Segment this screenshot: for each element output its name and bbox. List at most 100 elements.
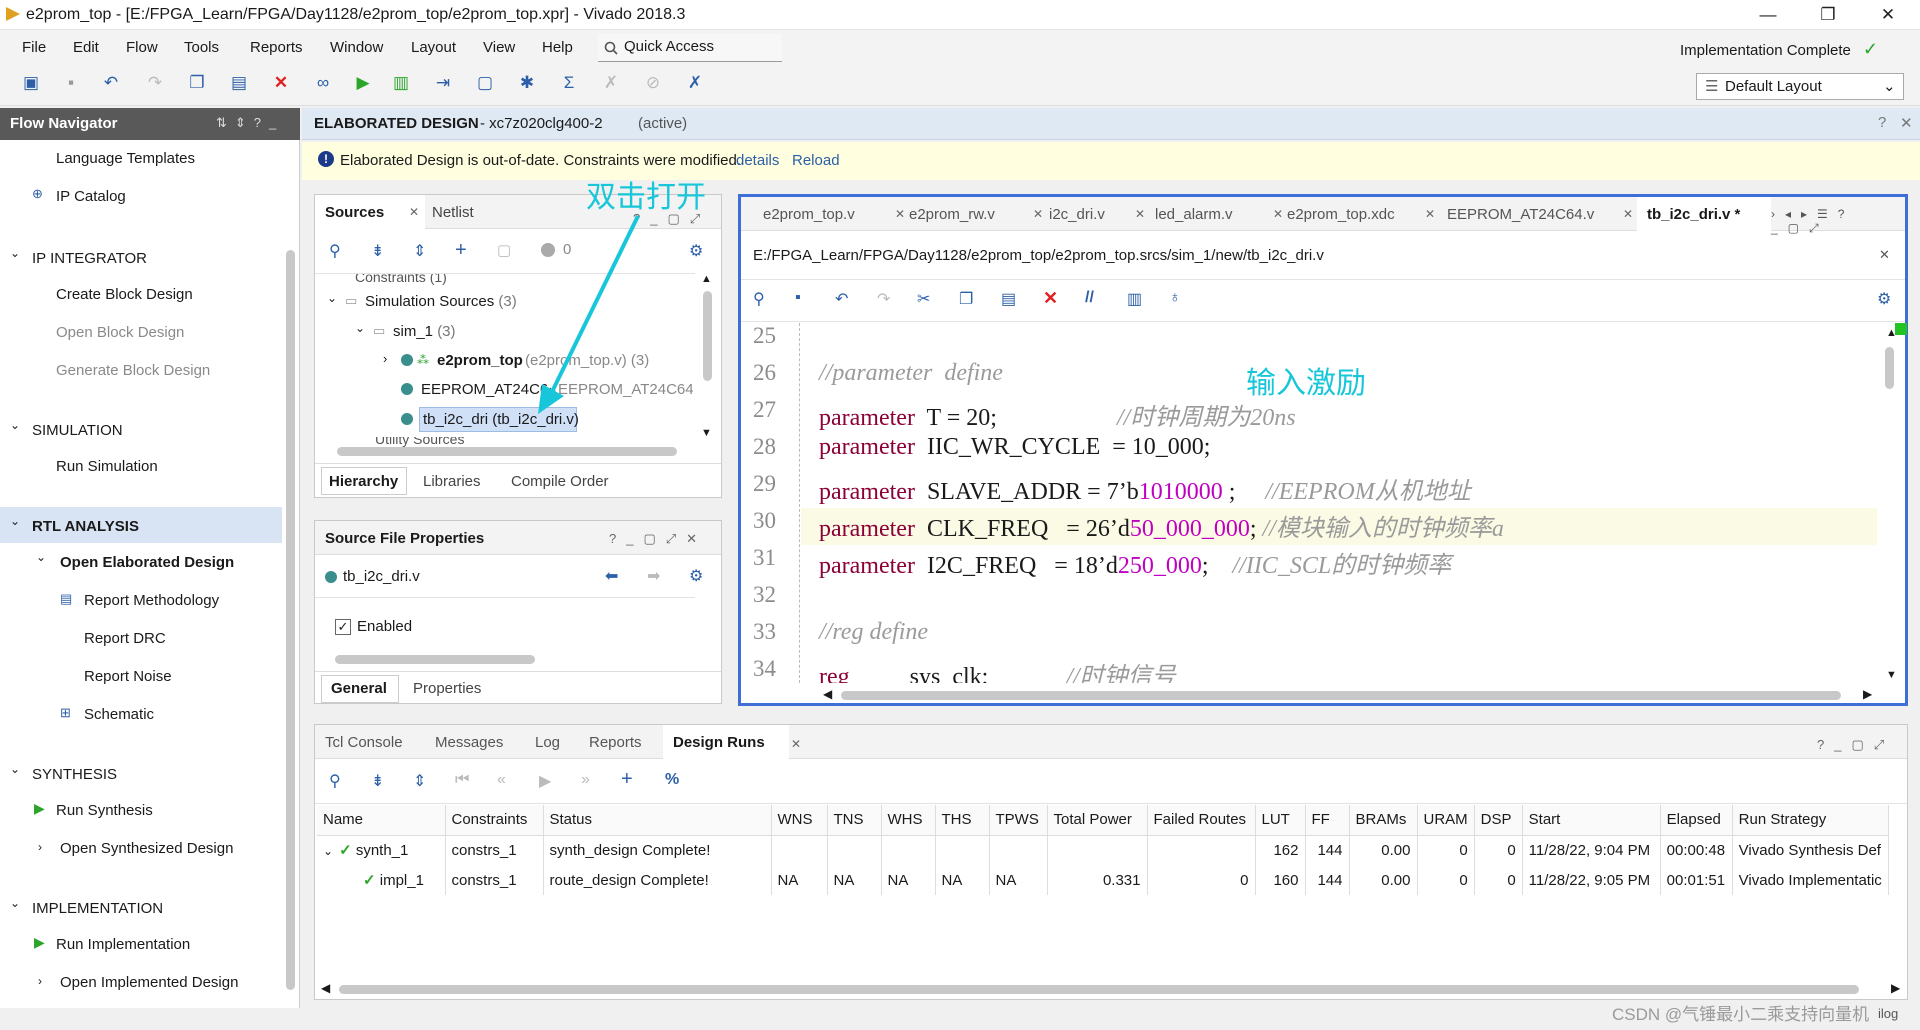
save-icon[interactable]: ▪ (795, 289, 801, 307)
close-icon[interactable]: ✕ (791, 737, 801, 751)
panel-controls-icon[interactable]: ⇅⇕?_ (216, 115, 284, 131)
play-icon[interactable]: ▶ (539, 771, 551, 791)
tab-libraries[interactable]: Libraries (423, 473, 481, 490)
search-icon[interactable]: ⚲ (329, 241, 341, 261)
tab-sources[interactable]: Sources (325, 204, 384, 221)
chevron-right-icon[interactable]: › (38, 974, 42, 988)
fn-section-ip-integrator[interactable]: IP INTEGRATOR (32, 250, 147, 267)
panel-controls-icon[interactable]: ?_▢⤢ (1817, 737, 1894, 753)
expand-all-icon[interactable]: ⇕ (413, 771, 426, 791)
tab-reports[interactable]: Reports (589, 734, 642, 751)
fn-run-implementation[interactable]: Run Implementation (56, 936, 190, 953)
panel-controls-icon[interactable]: ?_▢⤢✕ (609, 531, 707, 547)
tree-item-utility[interactable]: Utility Sources (375, 437, 464, 447)
step-icon[interactable]: ⇥ (432, 72, 454, 94)
program-icon[interactable]: ▥ (390, 72, 412, 94)
restore-button[interactable]: ❐ (1802, 0, 1854, 30)
tab-properties[interactable]: Properties (413, 680, 481, 697)
col-name[interactable]: Name (317, 805, 446, 836)
undo-icon[interactable]: ↶ (100, 72, 122, 94)
menu-tools[interactable]: Tools (184, 39, 219, 56)
close-icon[interactable]: ✕ (1879, 247, 1890, 263)
col-failed-routes[interactable]: Failed Routes (1147, 805, 1256, 836)
editor-scrollbar-h[interactable] (841, 691, 1841, 700)
tab-tcl-console[interactable]: Tcl Console (325, 734, 403, 751)
layout-select[interactable]: ☰ Default Layout ⌄ (1696, 73, 1904, 100)
chevron-down-icon[interactable]: ⌄ (10, 896, 20, 910)
code-line[interactable]: 31 parameter I2C_FREQ = 18’d250_000; //II… (741, 545, 1879, 582)
fn-scrollbar[interactable] (286, 250, 295, 990)
fn-open-implemented-design[interactable]: Open Implemented Design (60, 974, 238, 991)
col-status[interactable]: Status (543, 805, 772, 836)
menu-layout[interactable]: Layout (411, 39, 456, 56)
fn-language-templates[interactable]: Language Templates (56, 150, 195, 167)
rewind-icon[interactable]: « (497, 771, 506, 789)
code-line[interactable]: 30 parameter CLK_FREQ = 26’d50_000_000; /… (741, 508, 1879, 545)
enabled-checkbox[interactable]: ✓ (335, 619, 351, 635)
tab-e2prom-rw-v[interactable]: e2prom_rw.v (909, 206, 995, 223)
redo-icon[interactable]: ↷ (144, 72, 166, 94)
percent-icon[interactable]: % (665, 771, 679, 789)
col-tns[interactable]: TNS (827, 805, 882, 836)
fn-run-simulation[interactable]: Run Simulation (56, 458, 158, 475)
menu-reports[interactable]: Reports (250, 39, 303, 56)
scroll-left-icon[interactable]: ◀ (321, 981, 330, 995)
code-line[interactable]: 32 (741, 582, 1879, 619)
tab-log[interactable]: Log (535, 734, 560, 751)
col-whs[interactable]: WHS (881, 805, 936, 836)
fn-report-noise[interactable]: Report Noise (84, 668, 172, 685)
close-icon[interactable]: ✕ (1623, 207, 1633, 221)
chevron-down-icon[interactable]: ⌄ (327, 291, 337, 305)
disabled-tool2-icon[interactable]: ⊘ (642, 72, 664, 94)
fn-section-implementation[interactable]: IMPLEMENTATION (32, 900, 163, 917)
col-dsp[interactable]: DSP (1474, 805, 1523, 836)
help-icon[interactable]: ? (1878, 114, 1886, 131)
col-ff[interactable]: FF (1305, 805, 1350, 836)
close-icon[interactable]: ✕ (1033, 207, 1043, 221)
lightbulb-icon[interactable]: ♁ (1169, 289, 1181, 307)
editor-scrollbar-v[interactable] (1885, 347, 1894, 389)
tab-i2c-dri-v[interactable]: i2c_dri.v (1049, 206, 1105, 223)
col-brams[interactable]: BRAMs (1349, 805, 1418, 836)
sources-scrollbar-h[interactable] (337, 447, 677, 456)
close-icon[interactable]: ✕ (1425, 207, 1435, 221)
close-icon[interactable]: ✕ (409, 205, 419, 219)
tab-netlist[interactable]: Netlist (432, 204, 474, 221)
fn-create-block-design[interactable]: Create Block Design (56, 286, 193, 303)
scroll-up-icon[interactable]: ▲ (701, 273, 712, 285)
quick-access-input[interactable]: Quick Access (598, 34, 782, 62)
close-window-button[interactable]: ✕ (1862, 0, 1914, 30)
code-line[interactable]: 25 (741, 323, 1879, 360)
reload-link[interactable]: Reload (792, 152, 840, 169)
gear-icon[interactable]: ⚙ (1877, 289, 1891, 309)
col-start[interactable]: Start (1522, 805, 1661, 836)
fn-report-drc[interactable]: Report DRC (84, 630, 166, 647)
fn-open-elaborated-design[interactable]: Open Elaborated Design (60, 554, 234, 571)
tab-e2prom-top-xdc[interactable]: e2prom_top.xdc (1287, 206, 1395, 223)
menu-edit[interactable]: Edit (73, 39, 99, 56)
col-total-power[interactable]: Total Power (1047, 805, 1148, 836)
code-line[interactable]: 33 //reg define (741, 619, 1879, 656)
chevron-down-icon[interactable]: ⌄ (10, 762, 20, 776)
run-icon[interactable]: ▶ (352, 72, 374, 94)
close-icon[interactable]: ✕ (895, 207, 905, 221)
scroll-left-icon[interactable]: ◀ (823, 687, 832, 701)
runs-scrollbar-h[interactable] (339, 985, 1859, 994)
code-line[interactable]: 27 parameter T = 20; //时钟周期为20ns (741, 397, 1879, 434)
cut-icon[interactable]: ✂ (917, 289, 930, 309)
file-info-icon[interactable]: ▢ (497, 241, 511, 259)
chevron-down-icon[interactable]: ⌄ (10, 514, 20, 528)
gear-icon[interactable]: ⚙ (689, 241, 703, 261)
disabled-tool-icon[interactable]: ✗ (600, 72, 622, 94)
comment-icon[interactable]: // (1085, 289, 1094, 307)
tool-x-icon[interactable]: ✗ (684, 72, 706, 94)
copy-icon[interactable]: ❐ (959, 289, 973, 309)
gear-icon[interactable]: ⚙ (689, 566, 703, 586)
auto-connect-icon[interactable]: ∞ (312, 72, 334, 94)
chevron-right-icon[interactable]: › (38, 840, 42, 854)
tab-general[interactable]: General (331, 680, 387, 697)
code-line[interactable]: 28 parameter IIC_WR_CYCLE = 10_000; (741, 434, 1879, 471)
fn-run-synthesis[interactable]: Run Synthesis (56, 802, 153, 819)
tree-item-e2prom-top[interactable]: e2prom_top (437, 352, 523, 369)
delete-icon[interactable]: ✕ (270, 72, 292, 94)
